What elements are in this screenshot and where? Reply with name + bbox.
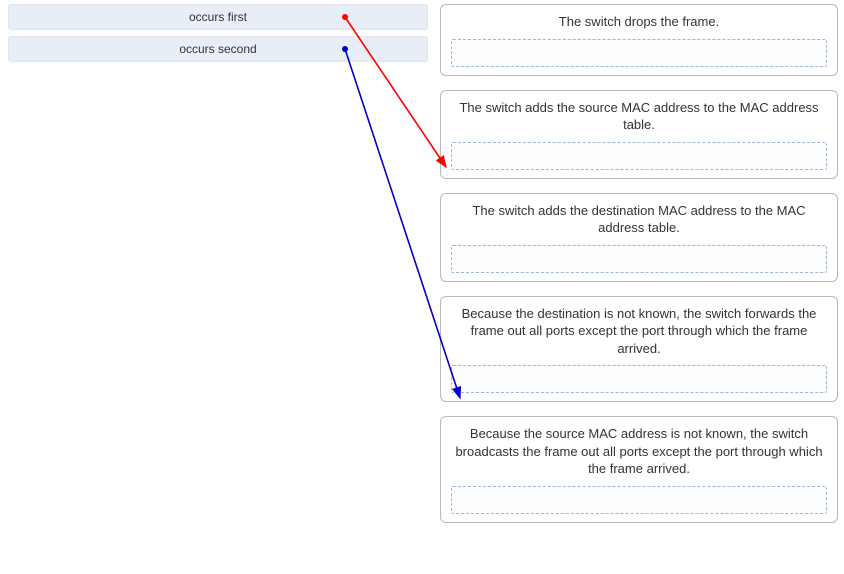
target-text: The switch drops the frame.	[451, 13, 827, 31]
target-text: Because the destination is not known, th…	[451, 305, 827, 358]
target-text: The switch adds the source MAC address t…	[451, 99, 827, 134]
drop-zone[interactable]	[451, 486, 827, 514]
target-card: The switch drops the frame.	[440, 4, 838, 76]
source-column: occurs first occurs second	[8, 4, 428, 68]
drop-zone[interactable]	[451, 39, 827, 67]
drop-zone[interactable]	[451, 245, 827, 273]
target-card: The switch adds the destination MAC addr…	[440, 193, 838, 282]
source-label: occurs second	[179, 42, 256, 56]
drop-zone[interactable]	[451, 142, 827, 170]
target-card: The switch adds the source MAC address t…	[440, 90, 838, 179]
source-item-occurs-second[interactable]: occurs second	[8, 36, 428, 62]
target-text: The switch adds the destination MAC addr…	[451, 202, 827, 237]
target-column: The switch drops the frame. The switch a…	[440, 4, 838, 537]
target-card: Because the destination is not known, th…	[440, 296, 838, 403]
matching-question: occurs first occurs second The switch dr…	[0, 0, 844, 574]
drop-zone[interactable]	[451, 365, 827, 393]
target-card: Because the source MAC address is not kn…	[440, 416, 838, 523]
source-label: occurs first	[189, 10, 247, 24]
target-text: Because the source MAC address is not kn…	[451, 425, 827, 478]
source-item-occurs-first[interactable]: occurs first	[8, 4, 428, 30]
